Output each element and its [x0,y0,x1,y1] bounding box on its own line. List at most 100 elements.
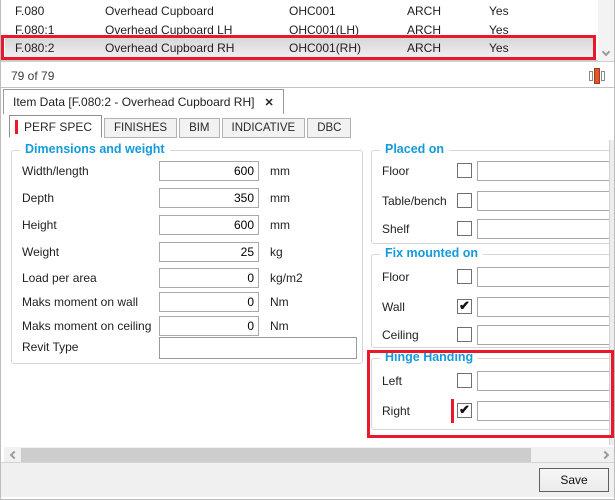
item-data-document-tab[interactable]: Item Data [F.080:2 - Overhead Cupboard R… [3,89,284,114]
tab-strip: PERF SPEC FINISHES BIM INDICATIVE DBC [9,114,351,138]
field-row: Width/length mm [12,161,362,183]
field-label: Shelf [382,222,409,236]
cell-name: Overhead Cupboard [105,4,289,18]
tab-perf-spec[interactable]: PERF SPEC [9,115,102,138]
save-button[interactable]: Save [539,468,609,492]
field-row: Depth mm [12,188,362,210]
load-per-area-input[interactable] [159,268,259,288]
scroll-down-button[interactable] [598,45,614,61]
field-row: Shelf [372,219,614,241]
field-row: Floor [372,161,614,183]
maks-moment-wall-input[interactable] [159,292,259,312]
modified-field-indicator [451,399,454,423]
scroll-right-button[interactable] [598,447,614,463]
cell-type: OHC001(RH) [289,41,407,55]
field-label: Maks moment on ceiling [22,319,151,333]
cell-code: F.080:2 [5,41,105,55]
cell-code: F.080 [5,4,105,18]
group-placed-on: Placed on Floor Table/bench Shelf [371,150,615,244]
chevron-down-icon [602,47,610,55]
placed-table-bench-checkbox[interactable] [457,193,472,208]
tab-indicative[interactable]: INDICATIVE [222,118,306,138]
cell-discipline: ARCH [407,41,489,55]
fix-floor-field[interactable] [477,267,610,287]
field-row: Floor [372,267,614,289]
maks-moment-ceiling-input[interactable] [159,316,259,336]
width-length-input[interactable] [159,161,259,181]
field-label: Load per area [22,271,97,285]
item-columns-icon[interactable] [587,67,607,84]
table-row[interactable]: F.080 Overhead Cupboard OHC001 ARCH Yes [5,1,595,20]
unit-label: kg [270,245,283,259]
field-row: Revit Type [12,337,362,361]
field-label: Wall [382,300,405,314]
cell-type: OHC001(LH) [289,23,407,37]
chevron-right-icon [600,451,608,459]
fix-ceiling-field[interactable] [477,325,610,345]
horizontal-scrollbar[interactable] [4,447,614,463]
hinge-right-checkbox[interactable]: ✔ [457,403,472,418]
hinge-left-field[interactable] [477,371,610,391]
field-row: Wall ✔ [372,297,614,319]
unit-label: Nm [270,319,289,333]
field-row: Load per area kg/m2 [12,268,362,290]
cell-code: F.080:1 [5,23,105,37]
document-tab-title: Item Data [F.080:2 - Overhead Cupboard R… [13,95,254,109]
cell-name: Overhead Cupboard RH [105,41,289,55]
cell-discipline: ARCH [407,4,489,18]
field-row: Table/bench [372,191,614,213]
scrollbar-thumb[interactable] [21,448,531,462]
field-label: Left [382,374,402,388]
fix-wall-checkbox[interactable]: ✔ [457,299,472,314]
unit-label: kg/m2 [270,271,303,285]
placed-floor-field[interactable] [477,161,610,181]
field-row: Maks moment on ceiling Nm [12,316,362,338]
fix-wall-field[interactable] [477,297,610,317]
revit-type-input[interactable] [159,337,357,359]
fix-floor-checkbox[interactable] [457,269,472,284]
field-label: Height [22,218,57,232]
weight-input[interactable] [159,242,259,262]
checkmark-icon: ✔ [459,299,470,312]
table-vertical-scrollbar[interactable] [598,0,614,61]
group-title: Fix mounted on [380,246,483,260]
group-title: Dimensions and weight [20,142,170,156]
table-row-selected[interactable]: F.080:2 Overhead Cupboard RH OHC001(RH) … [5,38,595,57]
field-row: Ceiling [372,325,614,347]
tab-label: BIM [189,122,209,134]
field-label: Width/length [22,164,89,178]
scroll-left-button[interactable] [4,447,20,463]
tab-label: FINISHES [114,122,167,134]
fix-ceiling-checkbox[interactable] [457,327,472,342]
record-count: 79 of 79 [11,69,54,83]
group-hinge-handing: Hinge Handing Left Right ✔ [371,358,615,430]
field-label: Floor [382,164,409,178]
table-row[interactable]: F.080:1 Overhead Cupboard LH OHC001(LH) … [5,20,595,39]
field-label: Revit Type [22,340,78,354]
placed-shelf-checkbox[interactable] [457,221,472,236]
tab-bim[interactable]: BIM [179,118,219,138]
hinge-right-field[interactable] [477,401,610,421]
placed-floor-checkbox[interactable] [457,163,472,178]
height-input[interactable] [159,215,259,235]
placed-shelf-field[interactable] [477,219,610,239]
checkmark-icon: ✔ [459,403,470,416]
footer-bar: Save [1,462,615,497]
active-tab-indicator [15,120,18,134]
depth-input[interactable] [159,188,259,208]
field-label: Right [382,404,410,418]
unit-label: mm [270,164,290,178]
placed-table-bench-field[interactable] [477,191,610,211]
cell-flag: Yes [489,41,549,55]
unit-label: mm [270,218,290,232]
hinge-left-checkbox[interactable] [457,373,472,388]
cell-discipline: ARCH [407,23,489,37]
cell-type: OHC001 [289,4,407,18]
field-label: Floor [382,270,409,284]
close-icon[interactable]: ✕ [264,96,273,109]
tab-dbc[interactable]: DBC [307,118,351,138]
field-row: Right ✔ [372,401,614,423]
tab-label: PERF SPEC [24,120,92,134]
tab-finishes[interactable]: FINISHES [104,118,177,138]
cell-name: Overhead Cupboard LH [105,23,289,37]
